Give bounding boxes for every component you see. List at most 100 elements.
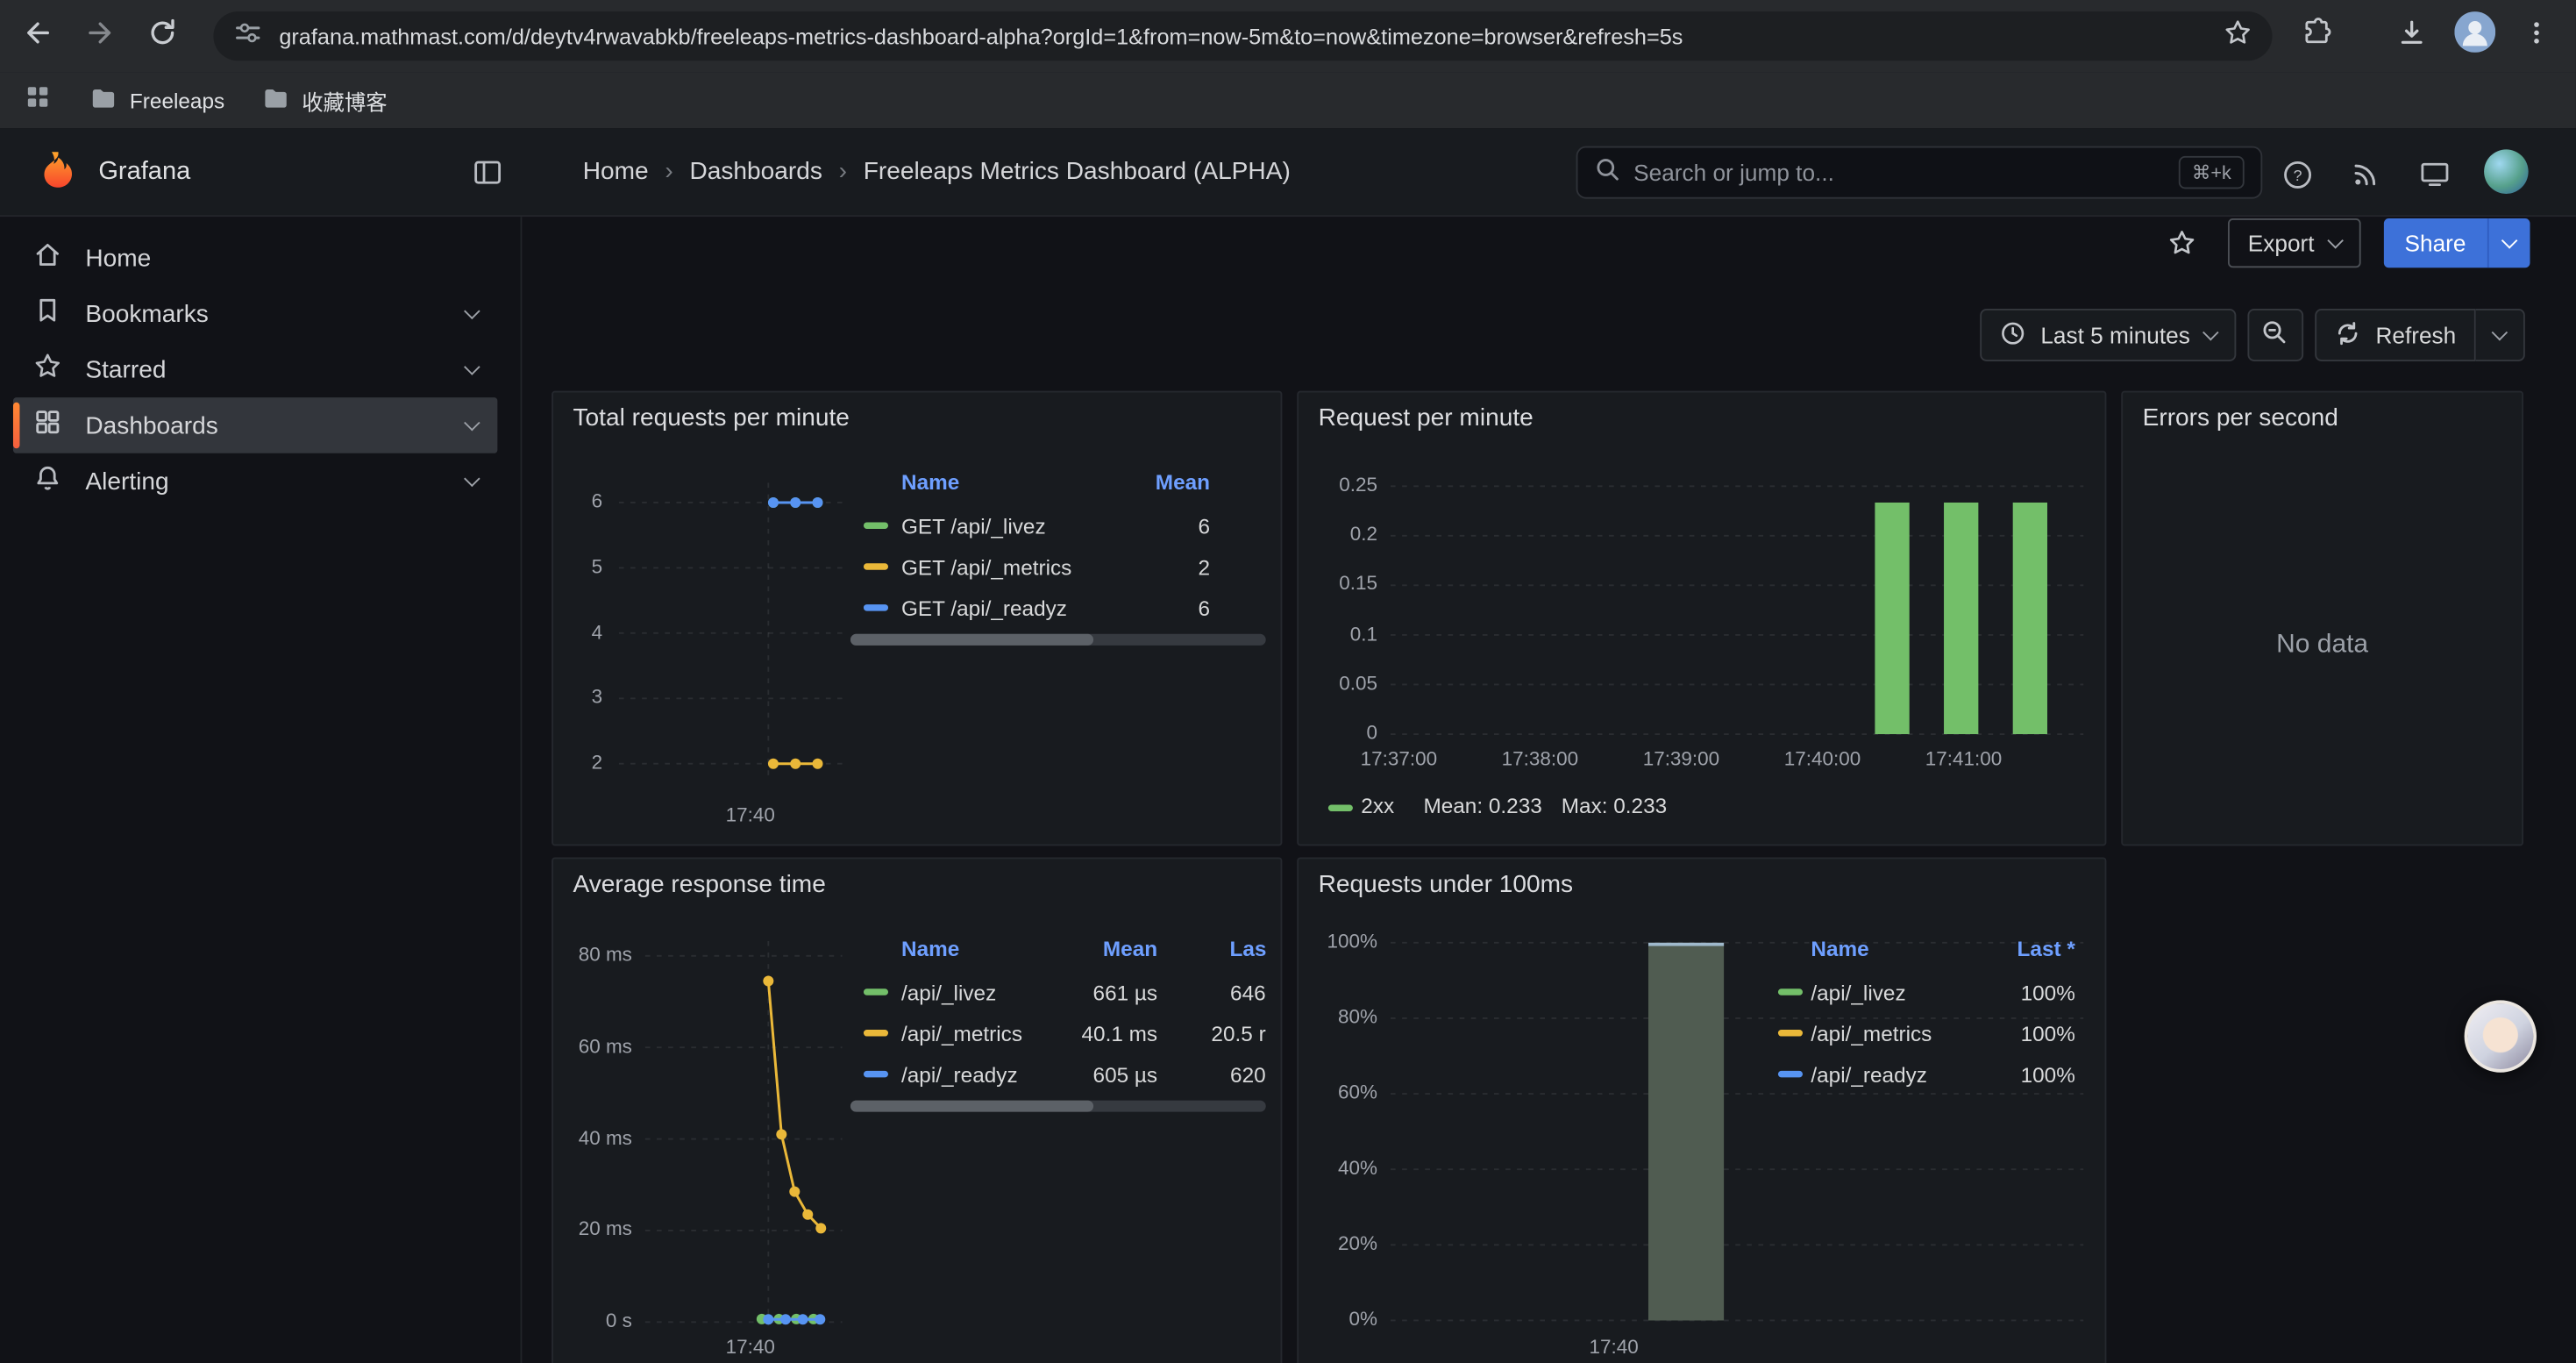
sidebar-item-label: Bookmarks: [85, 300, 208, 328]
browser-menu-button[interactable]: [2516, 15, 2558, 58]
bar[interactable]: [1648, 943, 1724, 1321]
apps-shortcut-button[interactable]: [23, 82, 53, 119]
address-bar[interactable]: grafana.mathmast.com/d/deytv4rwavabkb/fr…: [213, 11, 2272, 61]
grafana-header: Grafana Home › Dashboards › Freeleaps Me…: [0, 128, 2576, 217]
y-tick-label: 80 ms: [553, 943, 632, 966]
legend-header[interactable]: Las: [1230, 936, 1267, 962]
breadcrumb-home[interactable]: Home: [583, 158, 649, 186]
reload-button[interactable]: [141, 15, 184, 58]
chevron-down-icon[interactable]: [464, 358, 480, 375]
chevron-down-icon[interactable]: [464, 303, 480, 319]
sidebar-item-alerting[interactable]: Alerting: [13, 453, 497, 510]
legend-last-value: 646: [1085, 973, 1266, 1014]
star-icon: [32, 352, 62, 388]
refresh-button[interactable]: Refresh: [2315, 309, 2476, 361]
panel-title[interactable]: Request per minute: [1319, 404, 1534, 432]
sidebar-item-dashboards[interactable]: Dashboards: [13, 397, 497, 453]
profile-avatar-icon: [2453, 11, 2494, 61]
three-dots-icon: [2522, 18, 2551, 55]
profile-button[interactable]: [2453, 15, 2496, 58]
share-menu-caret[interactable]: [2487, 218, 2530, 268]
legend-series-swatch: [864, 522, 888, 528]
download-icon: [2395, 16, 2428, 57]
url-text[interactable]: grafana.mathmast.com/d/deytv4rwavabkb/fr…: [279, 24, 2206, 48]
clock-icon: [2000, 319, 2026, 351]
floating-assistant-avatar[interactable]: [2465, 1000, 2537, 1072]
legend-scrollbar-thumb[interactable]: [850, 634, 1093, 646]
y-tick-label: 100%: [1299, 930, 1377, 953]
kiosk-monitor-button[interactable]: [2416, 156, 2452, 192]
legend-last-value: 20.5 r: [1085, 1013, 1266, 1054]
y-tick-label: 0.1: [1299, 622, 1377, 645]
sidebar-item-starred[interactable]: Starred: [13, 341, 497, 397]
bookmark-folder-blogs[interactable]: 收藏博客: [260, 83, 387, 118]
time-range-label: Last 5 minutes: [2040, 322, 2190, 348]
bar[interactable]: [2013, 503, 2047, 733]
legend-series-name[interactable]: 2xx: [1361, 785, 1394, 826]
legend-header[interactable]: Mean: [977, 936, 1157, 962]
search-box[interactable]: ⌘+k: [1576, 146, 2263, 199]
legend-scrollbar-thumb[interactable]: [850, 1101, 1093, 1112]
chevron-down-icon: [2492, 324, 2508, 340]
bookmark-star-icon[interactable]: [2223, 18, 2252, 55]
share-button[interactable]: Share: [2383, 218, 2487, 268]
legend-header[interactable]: Name: [901, 936, 959, 962]
panel-body: Requests under 100ms 100%80%60%40%20%0%1…: [1299, 859, 2104, 1363]
sidebar-item-bookmarks[interactable]: Bookmarks: [13, 286, 497, 342]
chart-canvas[interactable]: [1299, 393, 2106, 846]
bar[interactable]: [1875, 503, 1909, 733]
refresh-interval-caret[interactable]: [2476, 309, 2525, 361]
extensions-button[interactable]: [2295, 15, 2338, 58]
search-icon: [1594, 155, 1620, 189]
back-button[interactable]: [17, 15, 60, 58]
legend-mean-value: 6: [1029, 506, 1210, 547]
refresh-button-group: Refresh: [2315, 309, 2525, 361]
bar[interactable]: [1944, 503, 1978, 733]
panel-title[interactable]: Average response time: [573, 870, 826, 898]
refresh-icon: [2335, 319, 2361, 351]
chevron-down-icon: [2327, 232, 2344, 248]
y-tick-label: 0.2: [1299, 523, 1377, 546]
legend-last-value: 100%: [1895, 1054, 2075, 1095]
legend-header[interactable]: Name: [1811, 936, 1868, 962]
browser-toolbar: grafana.mathmast.com/d/deytv4rwavabkb/fr…: [0, 0, 2576, 72]
legend-series-name[interactable]: /api/_livez: [1811, 973, 1905, 1014]
chevron-down-icon: [2202, 324, 2219, 340]
panel-body: Request per minute 0.250.20.150.10.05017…: [1299, 393, 2104, 845]
legend-series-swatch: [1328, 805, 1353, 811]
legend-header[interactable]: Mean: [1029, 470, 1210, 496]
extensions-puzzle-icon: [2300, 16, 2332, 57]
panel-title[interactable]: Total requests per minute: [573, 404, 850, 432]
chevron-down-icon[interactable]: [464, 470, 480, 487]
chevron-down-icon[interactable]: [464, 414, 480, 431]
y-tick-label: 20%: [1299, 1231, 1377, 1254]
news-rss-button[interactable]: [2348, 156, 2384, 192]
legend-header[interactable]: Name: [901, 470, 959, 496]
y-tick-label: 4: [553, 620, 602, 643]
grafana-logo[interactable]: [36, 149, 81, 202]
search-input[interactable]: [1633, 160, 2166, 186]
legend-header[interactable]: Last *: [1895, 936, 2075, 962]
time-range-picker[interactable]: Last 5 minutes: [1980, 309, 2236, 361]
legend-series-swatch: [864, 1030, 888, 1036]
mega-menu-toggle-button[interactable]: [471, 156, 503, 197]
export-label: Export: [2248, 230, 2315, 256]
panel-title[interactable]: Requests under 100ms: [1319, 870, 1573, 898]
zoom-out-button[interactable]: [2247, 309, 2303, 361]
panel-title[interactable]: Errors per second: [2143, 404, 2338, 432]
home-icon: [32, 239, 62, 275]
legend-series-swatch: [1778, 1071, 1803, 1077]
user-avatar[interactable]: [2484, 149, 2529, 194]
downloads-button[interactable]: [2390, 15, 2433, 58]
site-settings-icon[interactable]: [233, 18, 263, 55]
bookmark-label: Freeleaps: [130, 88, 224, 112]
sidebar-item-home[interactable]: Home: [13, 230, 497, 286]
legend-series-name[interactable]: GET /api/_livez: [901, 506, 1046, 547]
help-button[interactable]: ?: [2279, 156, 2315, 192]
y-tick-label: 0.15: [1299, 572, 1377, 595]
breadcrumb-dashboards[interactable]: Dashboards: [689, 158, 822, 186]
export-button[interactable]: Export: [2228, 218, 2360, 268]
forward-button[interactable]: [79, 15, 122, 58]
bookmark-folder-freeleaps[interactable]: Freeleaps: [89, 83, 224, 118]
favorite-dashboard-button[interactable]: [2160, 220, 2205, 266]
